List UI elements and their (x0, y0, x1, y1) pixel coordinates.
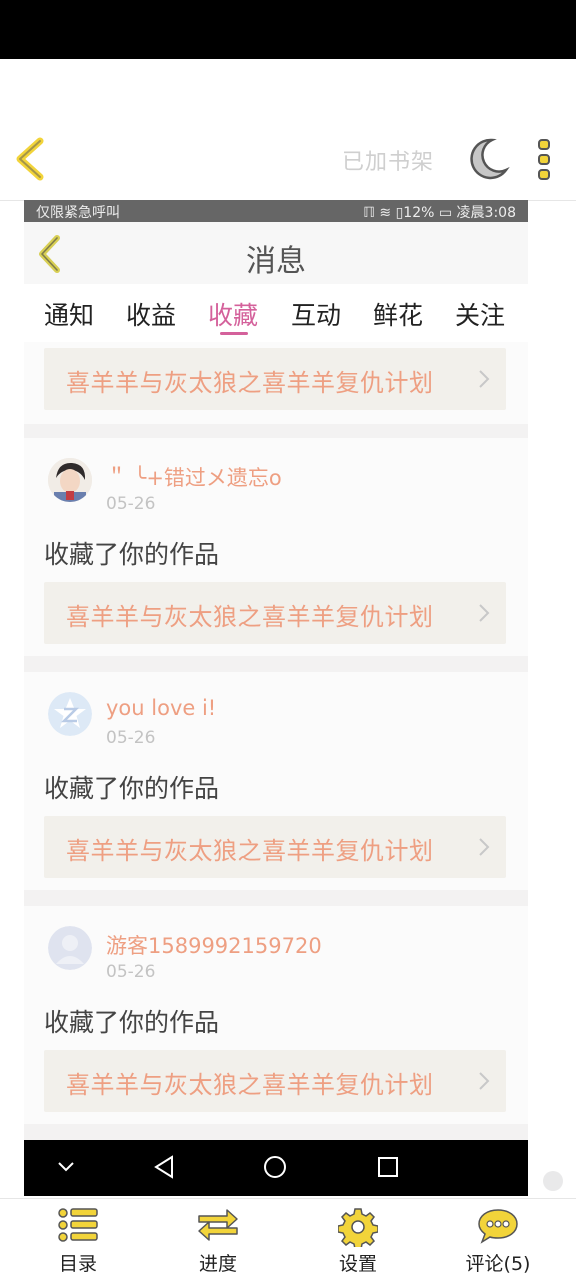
work-title: 喜羊羊与灰太狼之喜羊羊复仇计划 (66, 603, 434, 631)
work-title: 喜羊羊与灰太狼之喜羊羊复仇计划 (66, 1071, 434, 1099)
night-mode-button[interactable] (466, 136, 510, 182)
settings-button[interactable]: 设置 (288, 1199, 428, 1281)
page-title: 消息 (246, 244, 306, 279)
back-button[interactable] (12, 136, 52, 182)
inner-back-button[interactable] (36, 234, 66, 274)
home-circle-icon[interactable] (262, 1154, 288, 1180)
comment-bubble-icon (478, 1209, 518, 1244)
recents-square-icon[interactable] (376, 1154, 400, 1180)
work-title: 喜羊羊与灰太狼之喜羊羊复仇计划 (66, 369, 434, 397)
comments-label: 评论(5) (465, 1253, 531, 1275)
default-user-icon (48, 926, 92, 970)
message-action: 收藏了你的作品 (44, 540, 220, 569)
back-chevron-icon (16, 137, 44, 181)
user-name[interactable]: 游客1589992159720 (106, 930, 322, 960)
chevron-right-icon (479, 1072, 490, 1090)
tab-earnings[interactable]: 收益 (126, 296, 176, 332)
list-icon (58, 1208, 98, 1242)
chevron-down-icon[interactable] (56, 1160, 76, 1174)
message-date: 05-26 (106, 962, 156, 982)
qzone-star-icon (48, 692, 92, 736)
back-chevron-icon (39, 235, 60, 273)
vertical-dots-icon (538, 139, 550, 180)
moon-icon (470, 138, 510, 180)
progress-label: 进度 (198, 1253, 237, 1275)
tab-flowers[interactable]: 鲜花 (373, 296, 423, 332)
status-bar: 仅限紧急呼叫 ℿ ≋ ▯12% ▭ 凌晨3:08 (24, 200, 528, 222)
top-black-bar (0, 0, 576, 59)
gear-icon (338, 1208, 378, 1247)
avatar[interactable] (48, 926, 92, 970)
work-link[interactable]: 喜羊羊与灰太狼之喜羊羊复仇计划 (44, 1050, 506, 1112)
progress-arrows-icon (198, 1209, 238, 1241)
chevron-right-icon (479, 370, 490, 388)
message-action: 收藏了你的作品 (44, 774, 220, 803)
user-name[interactable]: ＂ ╰+错过メ遗忘o (106, 462, 282, 492)
added-to-shelf-label[interactable]: 已加书架 (342, 144, 434, 176)
tab-follow[interactable]: 关注 (455, 296, 505, 332)
message-card: you love i! 05-26 收藏了你的作品 喜羊羊与灰太狼之喜羊羊复仇计… (24, 672, 528, 890)
user-photo-icon (48, 458, 92, 502)
tab-favorites[interactable]: 收藏 (208, 296, 258, 332)
avatar[interactable] (48, 458, 92, 502)
toc-label: 目录 (58, 1253, 97, 1275)
progress-button[interactable]: 进度 (148, 1199, 288, 1281)
active-tab-indicator (220, 332, 248, 335)
work-link[interactable]: 喜羊羊与灰太狼之喜羊羊复仇计划 (44, 348, 506, 410)
message-date: 05-26 (106, 494, 156, 514)
content-image: 仅限紧急呼叫 ℿ ≋ ▯12% ▭ 凌晨3:08 消息 通知 收益 收藏 互动 … (24, 200, 528, 1196)
user-name[interactable]: you love i! (106, 696, 216, 720)
work-link[interactable]: 喜羊羊与灰太狼之喜羊羊复仇计划 (44, 816, 506, 878)
settings-label: 设置 (338, 1253, 377, 1275)
chevron-right-icon (479, 838, 490, 856)
more-menu-button[interactable] (530, 136, 558, 182)
status-right-text: ℿ ≋ ▯12% ▭ 凌晨3:08 (363, 205, 516, 221)
message-tabs: 通知 收益 收藏 互动 鲜花 关注 (24, 284, 528, 342)
work-link[interactable]: 喜羊羊与灰太狼之喜羊羊复仇计划 (44, 582, 506, 644)
bottom-toolbar: 目录 进度 设置 评论(5) (0, 1198, 576, 1281)
back-triangle-icon[interactable] (152, 1154, 176, 1180)
message-card: ＂ ╰+错过メ遗忘o 05-26 收藏了你的作品 喜羊羊与灰太狼之喜羊羊复仇计划 (24, 438, 528, 656)
avatar[interactable] (48, 692, 92, 736)
message-action: 收藏了你的作品 (44, 1008, 220, 1037)
android-nav-bar (24, 1140, 528, 1196)
comments-button[interactable]: 评论(5) (428, 1199, 568, 1281)
work-title: 喜羊羊与灰太狼之喜羊羊复仇计划 (66, 837, 434, 865)
messages-header: 消息 (24, 222, 528, 284)
message-date: 05-26 (106, 728, 156, 748)
status-carrier-text: 仅限紧急呼叫 (36, 205, 120, 221)
scroll-indicator[interactable] (543, 1171, 563, 1191)
chevron-right-icon (479, 604, 490, 622)
message-card: 游客1589992159720 05-26 收藏了你的作品 喜羊羊与灰太狼之喜羊… (24, 906, 528, 1124)
message-card: 喜羊羊与灰太狼之喜羊羊复仇计划 (24, 342, 528, 424)
toc-button[interactable]: 目录 (8, 1199, 148, 1281)
tab-interaction[interactable]: 互动 (291, 296, 341, 332)
tab-notice[interactable]: 通知 (44, 296, 94, 332)
